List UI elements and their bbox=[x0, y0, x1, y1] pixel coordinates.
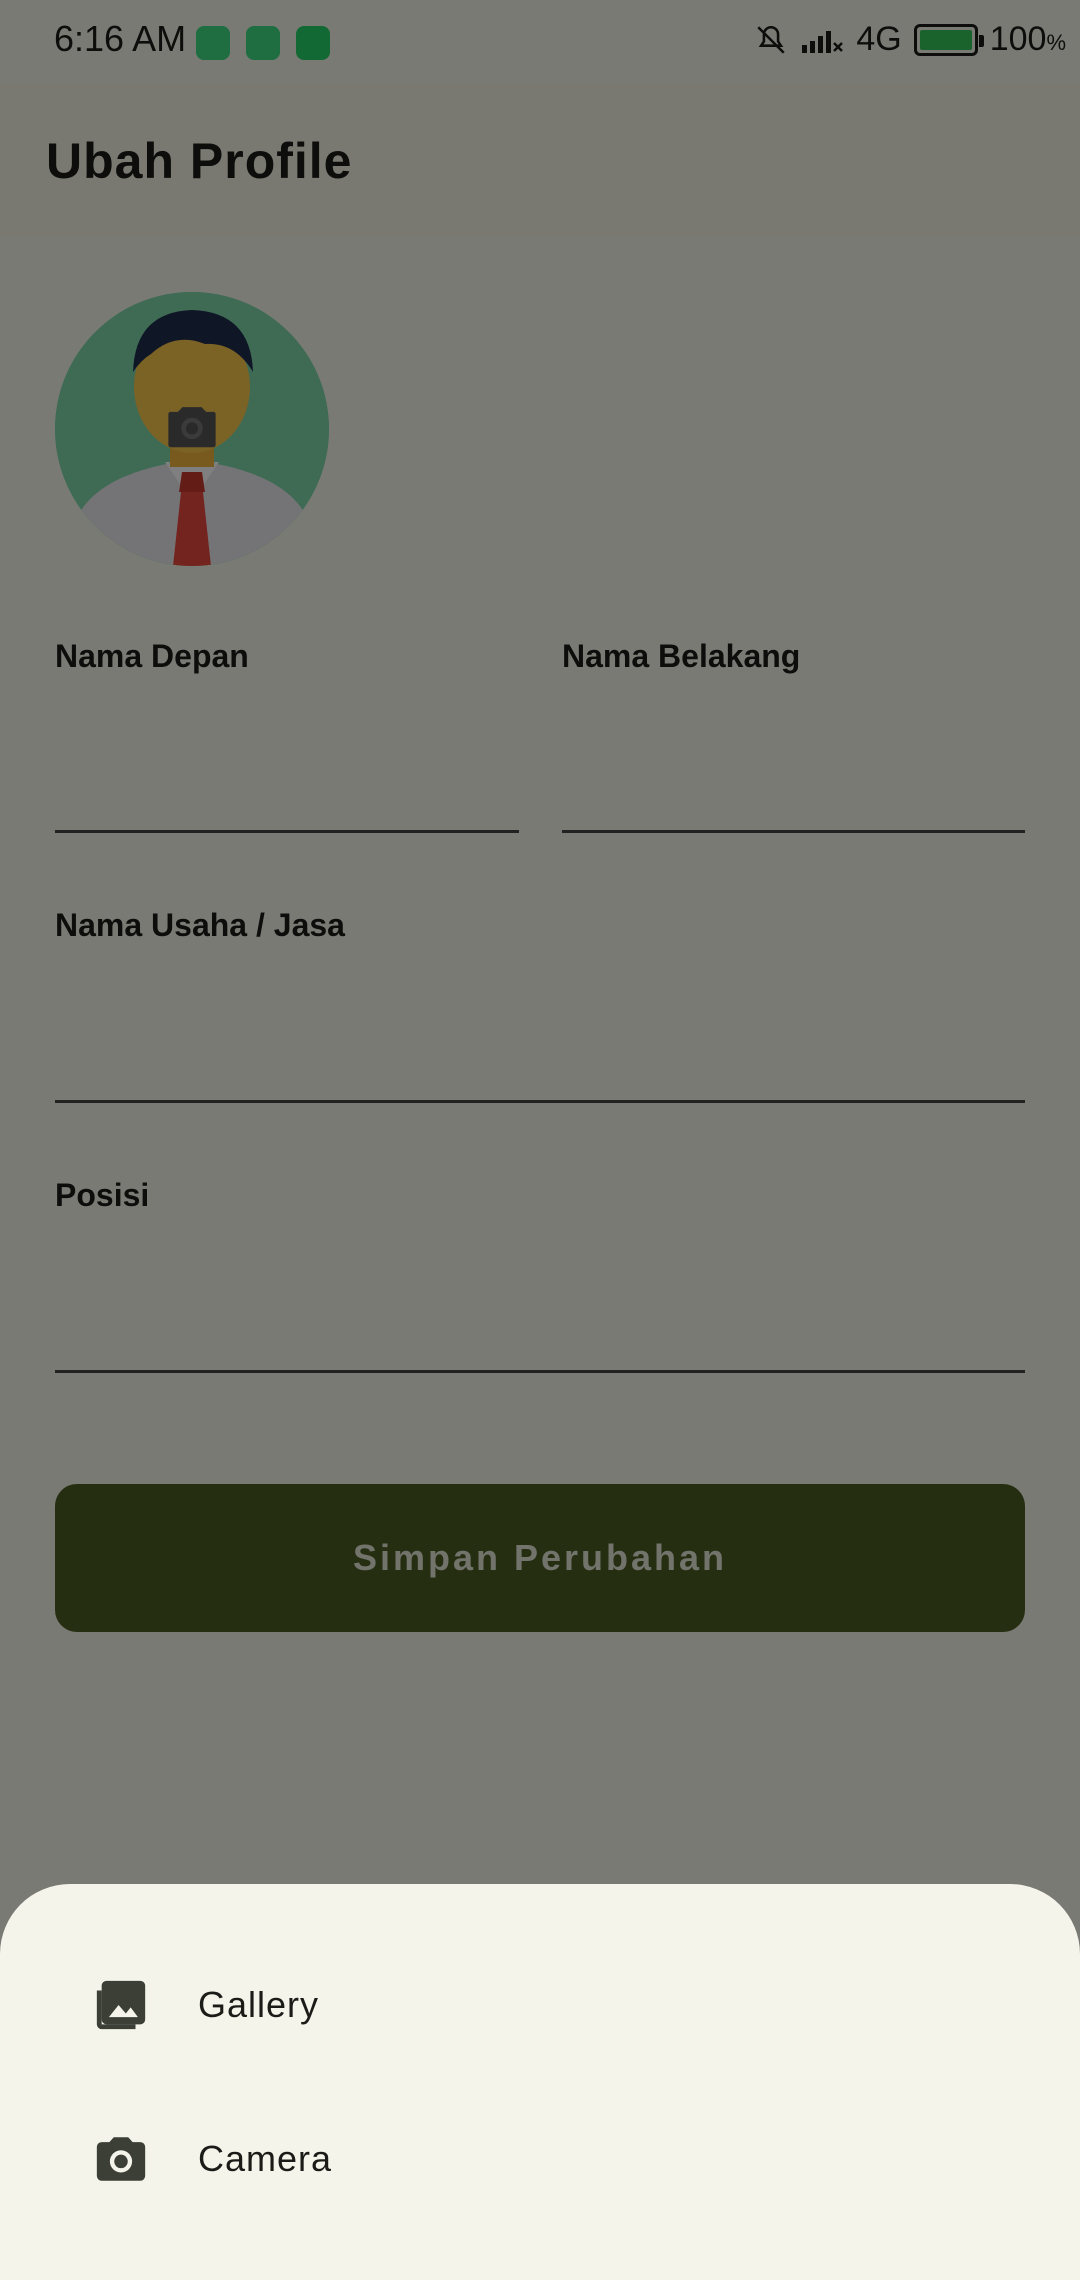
camera-option[interactable]: Camera bbox=[0, 2084, 1080, 2234]
image-source-sheet: Gallery Camera bbox=[0, 1884, 1080, 2280]
gallery-icon bbox=[96, 1980, 146, 2030]
gallery-label: Gallery bbox=[198, 1984, 320, 2025]
gallery-option[interactable]: Gallery bbox=[0, 1930, 1080, 2080]
camera-icon bbox=[96, 2137, 146, 2181]
camera-label: Camera bbox=[198, 2138, 333, 2179]
